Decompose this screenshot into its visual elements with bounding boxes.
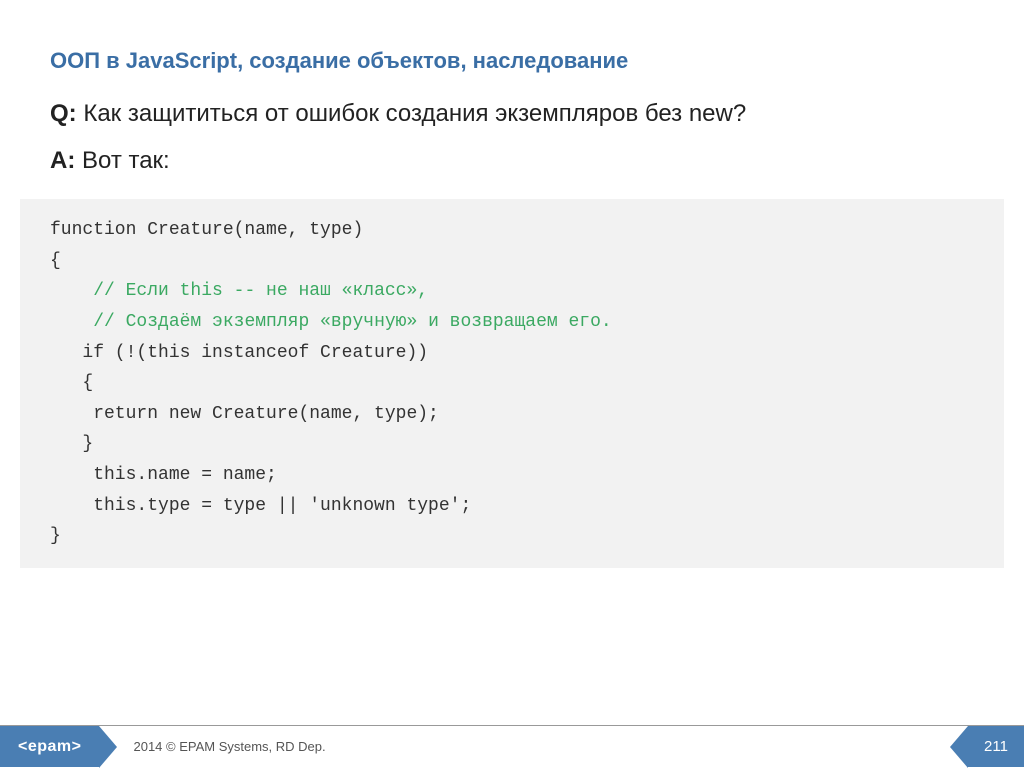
- logo: <epam>: [0, 726, 99, 767]
- question-text: Как защититься от ошибок создания экземп…: [83, 100, 746, 127]
- footer: <epam> 2014 © EPAM Systems, RD Dep. 211: [0, 725, 1024, 767]
- code-line: {: [50, 246, 984, 277]
- code-line: this.type = type || 'unknown type';: [50, 491, 984, 522]
- answer-block: A: Вот так:: [50, 147, 974, 175]
- code-line: this.name = name;: [50, 460, 984, 491]
- code-line: }: [50, 429, 984, 460]
- code-block: function Creature(name, type) { // Если …: [20, 199, 1004, 568]
- question-block: Q: Как защититься от ошибок создания экз…: [50, 98, 974, 129]
- code-line: if (!(this instanceof Creature)): [50, 338, 984, 369]
- code-line: }: [50, 521, 984, 552]
- page-number: 211: [968, 726, 1024, 767]
- code-line: return new Creature(name, type);: [50, 399, 984, 430]
- content-area: Q: Как защититься от ошибок создания экз…: [0, 90, 1024, 725]
- slide-title: ООП в JavaScript, создание объектов, нас…: [0, 0, 1024, 90]
- code-line: // Если this -- не наш «класс»,: [50, 276, 984, 307]
- answer-text: Вот так:: [82, 147, 170, 174]
- footer-text: 2014 © EPAM Systems, RD Dep.: [133, 739, 968, 754]
- answer-label: A:: [50, 147, 75, 174]
- code-line: function Creature(name, type): [50, 215, 984, 246]
- slide: ООП в JavaScript, создание объектов, нас…: [0, 0, 1024, 767]
- code-line: // Создаём экземпляр «вручную» и возвращ…: [50, 307, 984, 338]
- question-label: Q:: [50, 100, 77, 127]
- code-line: {: [50, 368, 984, 399]
